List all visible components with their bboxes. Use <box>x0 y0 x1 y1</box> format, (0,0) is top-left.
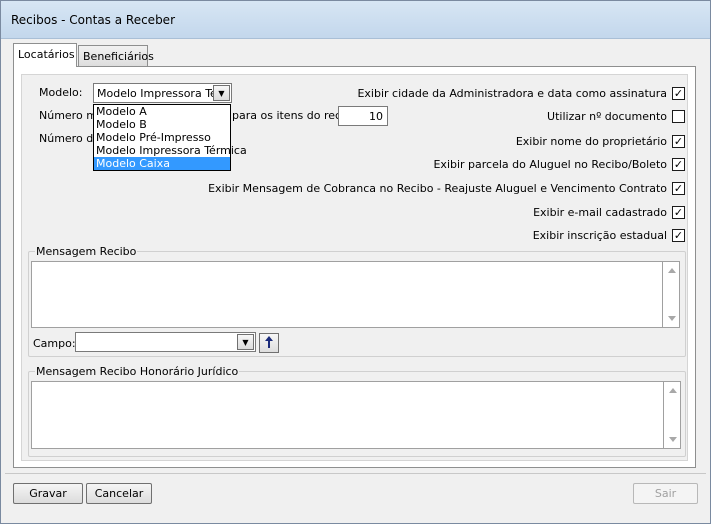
mensagem-recibo-scrollbar[interactable] <box>663 261 680 328</box>
numero-de-label: Número de <box>39 132 100 145</box>
gravar-button[interactable]: Gravar <box>13 483 83 504</box>
title-bar: Recibos - Contas a Receber <box>1 1 710 39</box>
chevron-down-icon[interactable]: ▼ <box>237 334 254 350</box>
numero-minimo-input[interactable]: 10 <box>338 106 388 126</box>
scroll-down-icon[interactable] <box>669 437 677 442</box>
cancelar-button[interactable]: Cancelar <box>86 483 152 504</box>
modelo-dropdown-list: Modelo A Modelo B Modelo Pré-Impresso Mo… <box>93 104 247 171</box>
modelo-label: Modelo: <box>39 86 83 99</box>
tab-beneficiarios[interactable]: Beneficiários <box>78 45 154 67</box>
modelo-option-caixa[interactable]: Modelo Caixa <box>94 157 230 170</box>
window-title: Recibos - Contas a Receber <box>11 13 175 27</box>
option-label-numero-documento: Utilizar nº documento <box>547 110 667 123</box>
campo-select[interactable]: ▼ <box>75 332 256 352</box>
insert-field-button[interactable] <box>259 333 279 353</box>
recibos-window: Recibos - Contas a Receber Locatários Be… <box>0 0 711 524</box>
modelo-option-impressora-termica[interactable]: Modelo Impressora Térmica <box>94 144 247 157</box>
numero-minimo-label: Número mí <box>39 109 100 122</box>
modelo-option-a[interactable]: Modelo A <box>94 105 230 118</box>
campo-label: Campo: <box>33 337 76 350</box>
modelo-option-b[interactable]: Modelo B <box>94 118 230 131</box>
numero-minimo-label-tail: para os itens do recib <box>232 109 338 122</box>
scroll-up-icon[interactable] <box>668 268 676 273</box>
modelo-select[interactable]: Modelo Impressora Térmica ▼ <box>93 83 232 103</box>
scroll-down-icon[interactable] <box>668 316 676 321</box>
mensagem-honorario-legend: Mensagem Recibo Honorário Jurídico <box>35 365 240 378</box>
checkbox-parcela-aluguel[interactable]: ✓ <box>672 158 685 171</box>
option-label-mensagem-cobranca: Exibir Mensagem de Cobranca no Recibo - … <box>208 182 667 195</box>
checkbox-cidade-assinatura[interactable]: ✓ <box>672 87 685 100</box>
checkbox-nome-proprietario[interactable]: ✓ <box>672 135 685 148</box>
option-label-email-cadastrado: Exibir e-mail cadastrado <box>533 206 667 219</box>
checkbox-mensagem-cobranca[interactable]: ✓ <box>672 182 685 195</box>
sair-button[interactable]: Sair <box>633 483 698 504</box>
chevron-down-icon[interactable]: ▼ <box>213 85 230 101</box>
mensagem-honorario-textarea[interactable] <box>31 381 664 449</box>
option-label-cidade-assinatura: Exibir cidade da Administradora e data c… <box>357 87 667 100</box>
scroll-up-icon[interactable] <box>669 388 677 393</box>
tab-locatarios[interactable]: Locatários <box>13 43 77 67</box>
mensagem-honorario-scrollbar[interactable] <box>664 381 681 449</box>
modelo-select-value: Modelo Impressora Térmica <box>97 87 213 100</box>
mensagem-recibo-textarea[interactable] <box>31 261 663 328</box>
option-label-parcela-aluguel: Exibir parcela do Aluguel no Recibo/Bole… <box>433 158 667 171</box>
option-label-nome-proprietario: Exibir nome do proprietário <box>515 135 667 148</box>
checkbox-email-cadastrado[interactable]: ✓ <box>672 206 685 219</box>
checkbox-numero-documento[interactable] <box>672 110 685 123</box>
footer-divider <box>5 473 706 474</box>
mensagem-recibo-legend: Mensagem Recibo <box>35 245 138 258</box>
modelo-option-pre-impresso[interactable]: Modelo Pré-Impresso <box>94 131 230 144</box>
option-label-inscricao-estadual: Exibir inscrição estadual <box>532 229 667 242</box>
checkbox-inscricao-estadual[interactable]: ✓ <box>672 229 685 242</box>
